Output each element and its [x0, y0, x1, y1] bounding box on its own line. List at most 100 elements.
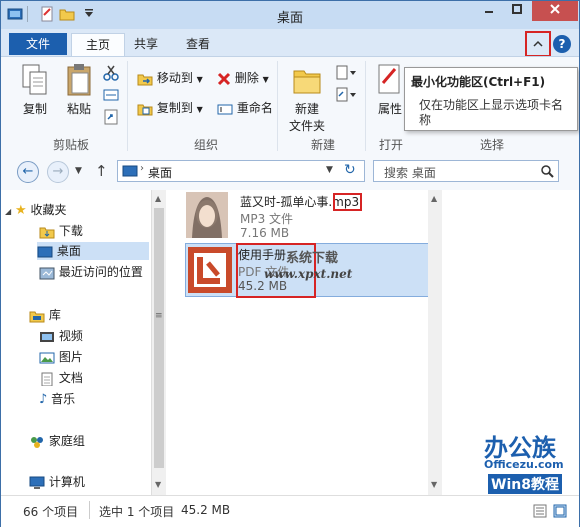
refresh-icon[interactable]: ↻ — [344, 162, 356, 178]
tab-share[interactable]: 共享 — [123, 33, 169, 55]
back-arrow-icon: ← — [22, 164, 34, 179]
group-clipboard-label: 剪贴板 — [52, 138, 89, 152]
status-size: 45.2 MB — [181, 503, 231, 517]
paste-shortcut-icon[interactable] — [103, 109, 119, 125]
nav-computer[interactable]: 计算机 — [29, 473, 85, 491]
delete-dropdown-icon: ▼ — [262, 75, 269, 84]
move-to-dropdown-icon: ▼ — [196, 75, 203, 84]
nav-scrollbar[interactable]: ▲ ≡ ▼ — [151, 190, 166, 495]
maximize-button[interactable] — [503, 1, 531, 21]
address-row: ← → ▼ ↑ › 桌面 ▼ ↻ 搜索 桌面 — [1, 154, 579, 190]
easy-access-icon[interactable] — [335, 87, 357, 103]
new-folder-label-2: 文件夹 — [288, 119, 325, 133]
copy-to-icon — [137, 104, 153, 115]
file-item-mp3[interactable]: 蓝又时-孤单心事.mp3 MP3 文件 7.16 MB — [186, 192, 426, 240]
new-folder-icon — [293, 70, 321, 94]
up-arrow-icon: ↑ — [95, 162, 108, 180]
file-type: MP3 文件 — [240, 212, 294, 226]
nav-documents[interactable]: 文档 — [39, 369, 83, 387]
nav-pictures[interactable]: 图片 — [39, 348, 83, 366]
paste-label: 粘贴 — [66, 102, 91, 116]
nav-favorites[interactable]: ◢ ★ 收藏夹 — [5, 201, 66, 219]
help-button[interactable]: ? — [553, 35, 571, 53]
delete-label: 删除 — [234, 71, 259, 85]
back-button[interactable]: ← — [17, 161, 39, 183]
tab-file[interactable]: 文件 — [9, 33, 67, 55]
paste-button[interactable]: 粘贴 — [59, 63, 99, 117]
copy-to-label: 复制到 — [156, 101, 193, 115]
libraries-icon — [29, 311, 45, 322]
tooltip-description: 仅在功能区上显示选项卡名称 — [419, 98, 564, 127]
move-to-label: 移动到 — [156, 71, 193, 85]
recent-places-icon — [39, 267, 55, 279]
new-folder-button[interactable]: 新建 文件夹 — [285, 63, 329, 134]
properties-icon — [378, 64, 400, 94]
content-scroll-down-icon[interactable]: ▼ — [431, 480, 437, 489]
album-art-thumbnail — [186, 192, 228, 238]
forward-button[interactable]: → — [47, 161, 69, 183]
properties-button[interactable]: 属性 — [373, 63, 407, 117]
cut-icon[interactable] — [103, 65, 119, 81]
address-path[interactable]: 桌面 — [148, 164, 172, 181]
nav-libraries[interactable]: 库 — [29, 306, 61, 324]
breadcrumb-separator-icon: › — [140, 163, 144, 174]
pictures-icon — [39, 352, 55, 363]
scroll-up-icon[interactable]: ▲ — [155, 194, 161, 203]
address-dropdown-icon[interactable]: ▼ — [326, 165, 333, 175]
nav-homegroup[interactable]: 家庭组 — [29, 432, 85, 450]
chevron-down-icon: ▼ — [75, 166, 82, 176]
rename-label: 重命名 — [236, 101, 273, 115]
search-box[interactable]: 搜索 桌面 — [373, 160, 559, 182]
rename-button[interactable]: 重命名 — [217, 99, 273, 117]
homegroup-icon — [31, 436, 43, 448]
details-view-icon[interactable] — [533, 504, 547, 518]
expand-icon[interactable]: ◢ — [5, 207, 11, 216]
search-icon[interactable] — [540, 164, 554, 178]
new-folder-label-1: 新建 — [294, 102, 319, 116]
annotation-box-extension — [333, 193, 362, 211]
tab-view[interactable]: 查看 — [175, 33, 221, 55]
nav-music[interactable]: ♪ 音乐 — [39, 390, 75, 408]
close-button[interactable] — [532, 1, 578, 21]
delete-button[interactable]: 删除 ▼ — [217, 69, 269, 87]
computer-icon — [29, 476, 45, 489]
scroll-down-icon[interactable]: ▼ — [155, 480, 161, 489]
recent-locations-button[interactable]: ▼ — [75, 166, 82, 176]
copy-icon — [22, 64, 47, 95]
file-name: 蓝又时-孤单心事 — [240, 195, 329, 209]
nav-videos[interactable]: 视频 — [39, 327, 83, 345]
group-open-label: 打开 — [378, 138, 403, 152]
watermark-brand-tag: Win8教程 — [488, 474, 562, 494]
watermark-site-url: www.xpxt.net — [264, 267, 353, 281]
watermark-site-name: 系统下载 — [286, 251, 339, 266]
content-pane: 蓝又时-孤单心事.mp3 MP3 文件 7.16 MB 使用手册 PDF 文件 … — [166, 190, 579, 495]
group-select-label: 选择 — [479, 138, 504, 152]
nav-scroll-thumb[interactable] — [154, 208, 164, 468]
help-icon: ? — [558, 37, 566, 51]
search-input[interactable]: 搜索 桌面 — [384, 164, 436, 181]
maximize-icon — [512, 4, 522, 14]
status-bar: 66 个项目 选中 1 个项目 45.2 MB — [1, 495, 579, 527]
content-scroll-up-icon[interactable]: ▲ — [431, 194, 437, 203]
copy-label: 复制 — [22, 102, 47, 116]
move-to-button[interactable]: 移动到 ▼ — [137, 69, 203, 87]
rename-icon — [217, 104, 233, 114]
content-scrollbar[interactable]: ▲ ▼ — [428, 190, 442, 495]
nav-desktop[interactable]: 桌面 — [37, 242, 149, 260]
videos-icon — [40, 331, 54, 342]
properties-label: 属性 — [377, 102, 402, 116]
copy-path-icon[interactable] — [103, 87, 119, 103]
tab-home[interactable]: 主页 — [71, 33, 125, 56]
new-item-icon[interactable] — [335, 65, 357, 81]
address-bar[interactable]: › 桌面 ▼ ↻ — [117, 160, 365, 182]
minimize-button[interactable] — [475, 1, 503, 21]
copy-button[interactable]: 复制 — [15, 63, 55, 117]
nav-downloads[interactable]: 下载 — [39, 222, 83, 240]
group-new-label: 新建 — [310, 138, 335, 152]
copy-to-button[interactable]: 复制到 ▼ — [137, 99, 203, 117]
status-item-count: 66 个项目 — [23, 505, 79, 519]
nav-recent-places[interactable]: 最近访问的位置 — [39, 263, 143, 281]
large-icons-view-icon[interactable] — [553, 504, 567, 518]
up-button[interactable]: ↑ — [95, 162, 108, 180]
star-icon: ★ — [14, 203, 27, 218]
